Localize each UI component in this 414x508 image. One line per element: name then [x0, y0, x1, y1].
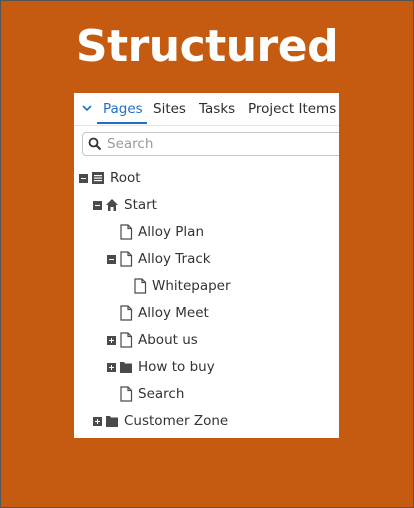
collapse-toggle-icon[interactable]: [93, 200, 102, 210]
tab-pages[interactable]: Pages: [103, 101, 143, 117]
tree-node-label: Search: [138, 386, 185, 402]
search-input[interactable]: [107, 133, 337, 155]
collapse-toggle-icon[interactable]: [79, 173, 88, 183]
tree-node-whitepaper[interactable]: Whitepaper: [121, 276, 231, 296]
slide-frame: Structured Pages Sites Tasks Project Ite…: [0, 0, 414, 508]
page-icon: [120, 332, 133, 348]
tree-node-label: About us: [138, 332, 198, 348]
folder-icon: [106, 416, 118, 427]
tree-node-start[interactable]: Start: [93, 195, 157, 215]
list-icon: [92, 172, 104, 184]
tree-node-about-us[interactable]: About us: [107, 330, 198, 350]
page-tree-panel: Pages Sites Tasks Project Items Root: [74, 93, 339, 438]
tree-node-customer-zone[interactable]: Customer Zone: [93, 411, 228, 431]
page-icon: [120, 305, 133, 321]
tab-tasks[interactable]: Tasks: [199, 101, 235, 117]
home-icon: [106, 199, 118, 211]
tree-node-label: Alloy Meet: [138, 305, 209, 321]
expand-toggle-icon[interactable]: [107, 335, 116, 345]
page-icon: [134, 278, 147, 294]
tree-node-label: Alloy Plan: [138, 224, 204, 240]
collapse-toggle-icon[interactable]: [107, 254, 116, 264]
tree-node-label: Alloy Track: [138, 251, 211, 267]
tab-sites[interactable]: Sites: [153, 101, 186, 117]
tree-node-how-to-buy[interactable]: How to buy: [107, 357, 215, 377]
tree-node-label: Root: [110, 170, 141, 186]
tree-node-label: Start: [124, 197, 157, 213]
chevron-down-icon[interactable]: [80, 101, 94, 115]
search-icon: [88, 137, 102, 151]
tree-node-label: How to buy: [138, 359, 215, 375]
expand-toggle-icon[interactable]: [107, 362, 116, 372]
tree-node-label: Whitepaper: [152, 278, 231, 294]
tree-node-root[interactable]: Root: [79, 168, 141, 188]
page-icon: [120, 251, 133, 267]
tree-node-label: Customer Zone: [124, 413, 229, 429]
tab-bar: Pages Sites Tasks Project Items: [74, 93, 339, 126]
page-icon: [120, 224, 133, 240]
slide-title: Structured: [75, 21, 339, 72]
active-tab-indicator: [97, 122, 147, 124]
tree-node-alloy-plan[interactable]: Alloy Plan: [107, 222, 204, 242]
tree-node-alloy-track[interactable]: Alloy Track: [107, 249, 211, 269]
page-icon: [120, 386, 133, 402]
expand-toggle-icon[interactable]: [93, 416, 102, 426]
tree-node-search[interactable]: Search: [107, 384, 184, 404]
search-box: [82, 132, 339, 156]
folder-icon: [120, 362, 132, 373]
tree-node-alloy-meet[interactable]: Alloy Meet: [107, 303, 209, 323]
tab-project-items[interactable]: Project Items: [248, 101, 336, 117]
